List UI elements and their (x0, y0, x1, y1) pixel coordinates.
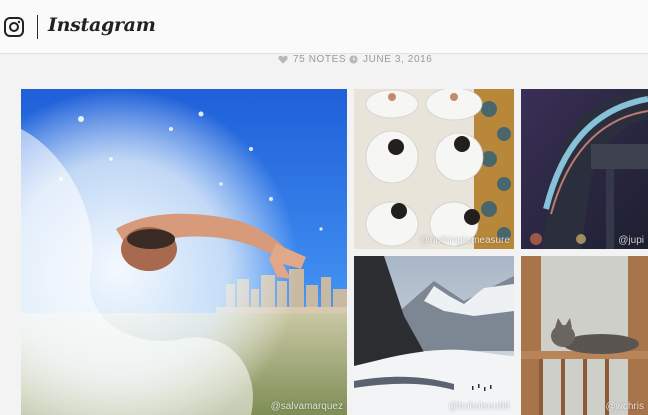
photo-mountains[interactable]: @bobolsen88 (354, 256, 514, 415)
notes-label: 75 NOTES (293, 54, 347, 65)
photo-train[interactable]: @jupi (521, 89, 648, 249)
swimmer-image (21, 89, 347, 415)
photo-prayer[interactable]: @nothingtomeasure (354, 89, 514, 249)
mountains-image (354, 256, 514, 415)
photo-credit[interactable]: @wchris (606, 401, 645, 412)
prayer-image (354, 89, 514, 249)
notes-count[interactable]: 75 NOTES (278, 54, 346, 65)
logo-divider (37, 15, 38, 39)
date-label: JUNE 3, 2016 (363, 54, 433, 65)
clock-icon (349, 55, 358, 64)
cat-image (521, 256, 648, 415)
brand-wordmark[interactable]: Instagram (48, 14, 156, 36)
post-date[interactable]: JUNE 3, 2016 (349, 54, 432, 65)
photo-cat[interactable]: @wchris (521, 256, 648, 415)
instagram-logo-icon[interactable] (4, 17, 24, 37)
post-meta: 75 NOTES JUNE 3, 2016 (0, 54, 648, 66)
train-image (521, 89, 648, 249)
photo-swimmer[interactable]: @salvamarquez (21, 89, 347, 415)
photo-credit[interactable]: @salvamarquez (271, 401, 343, 412)
site-header: Instagram (0, 0, 648, 54)
photo-credit[interactable]: @jupi (618, 235, 644, 246)
photo-credit[interactable]: @bobolsen88 (448, 401, 510, 412)
photo-credit[interactable]: @nothingtomeasure (420, 235, 510, 246)
heart-icon (278, 55, 288, 64)
